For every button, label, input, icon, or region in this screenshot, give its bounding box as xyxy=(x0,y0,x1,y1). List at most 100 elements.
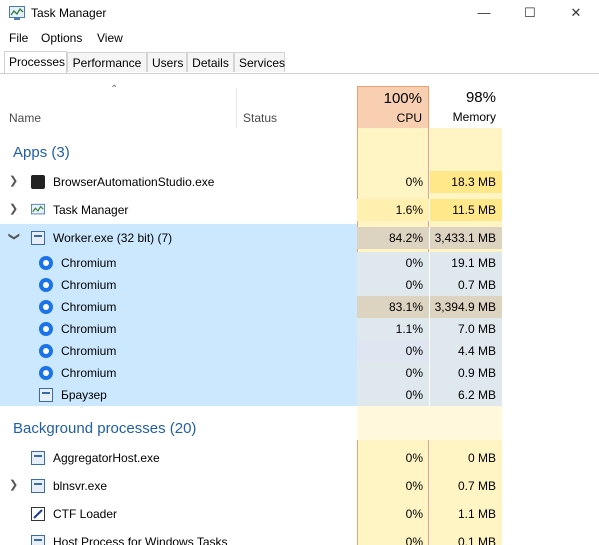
memory-column-label: Memory xyxy=(452,110,496,124)
memory-value: 7.0 MB xyxy=(457,322,496,336)
tab-processes[interactable]: Processes xyxy=(4,51,67,73)
process-name: Chromium xyxy=(61,344,117,358)
memory-value: 0.7 MB xyxy=(457,479,496,493)
window-title: Task Manager xyxy=(31,6,107,20)
cpu-cell: 0% xyxy=(357,362,429,384)
cpu-cell: 0% xyxy=(357,274,429,296)
group-header-apps[interactable]: Apps (3) xyxy=(13,144,70,161)
sort-ascending-icon: ⌃ xyxy=(110,84,119,95)
menu-view[interactable]: View xyxy=(97,31,123,45)
task-manager-icon xyxy=(31,203,45,215)
cpu-cell: 83.1% xyxy=(357,296,429,318)
maximize-button[interactable]: ☐ xyxy=(507,0,553,28)
memory-value: 3,433.1 MB xyxy=(434,231,496,245)
column-divider[interactable] xyxy=(236,88,237,128)
minimize-button[interactable]: — xyxy=(461,0,507,28)
child-process-row[interactable]: Браузер 0% 6.2 MB xyxy=(0,384,599,406)
cpu-cell: 0% xyxy=(357,531,429,545)
menu-options[interactable]: Options xyxy=(41,31,82,45)
cpu-cell: 0% xyxy=(357,252,429,274)
process-name: Chromium xyxy=(61,278,117,292)
memory-cell: 0.7 MB xyxy=(430,274,502,296)
process-row[interactable]: ❯ Task Manager 1.6% 11.5 MB xyxy=(0,199,599,221)
memory-value: 0.7 MB xyxy=(457,278,496,292)
cpu-value: 0% xyxy=(405,535,423,545)
cpu-value: 0% xyxy=(405,344,423,358)
cpu-value: 0% xyxy=(405,507,423,521)
column-cpu[interactable]: 100% CPU xyxy=(357,86,429,128)
memory-value: 18.3 MB xyxy=(451,175,496,189)
process-row[interactable]: ❯ BrowserAutomationStudio.exe 0% 18.3 MB xyxy=(0,171,599,193)
child-process-row[interactable]: Chromium 1.1% 7.0 MB xyxy=(0,318,599,340)
tab-performance[interactable]: Performance xyxy=(67,52,147,72)
tab-users[interactable]: Users xyxy=(147,52,187,72)
cpu-value: 0% xyxy=(405,256,423,270)
memory-cell: 19.1 MB xyxy=(430,252,502,274)
cpu-value: 1.1% xyxy=(395,322,423,336)
cpu-value: 0% xyxy=(405,388,423,402)
bas-app-icon xyxy=(31,175,45,189)
cpu-value: 1.6% xyxy=(395,203,423,217)
process-row[interactable]: CTF Loader 0% 1.1 MB xyxy=(0,503,599,525)
group-header-background[interactable]: Background processes (20) xyxy=(13,420,196,437)
memory-value: 0.1 MB xyxy=(457,535,496,545)
tab-services[interactable]: Services xyxy=(234,52,285,72)
memory-total-percent: 98% xyxy=(465,89,496,106)
process-row-selected[interactable]: ❯ Worker.exe (32 bit) (7) 84.2% 3,433.1 … xyxy=(0,227,599,249)
process-name: Chromium xyxy=(61,322,117,336)
memory-cell: 6.2 MB xyxy=(430,384,502,406)
child-process-row[interactable]: Chromium 83.1% 3,394.9 MB xyxy=(0,296,599,318)
process-row[interactable]: Host Process for Windows Tasks 0% 0.1 MB xyxy=(0,531,599,545)
cpu-value: 0% xyxy=(405,175,423,189)
child-process-row[interactable]: Chromium 0% 0.9 MB xyxy=(0,362,599,384)
memory-value: 11.5 MB xyxy=(452,203,496,217)
process-name: AggregatorHost.exe xyxy=(53,451,160,465)
cpu-cell: 0% xyxy=(357,475,429,497)
cpu-column-label: CPU xyxy=(396,111,422,125)
child-process-row[interactable]: Chromium 0% 4.4 MB xyxy=(0,340,599,362)
expand-chevron-icon[interactable]: ❯ xyxy=(9,478,18,491)
expand-chevron-icon[interactable]: ❯ xyxy=(9,202,18,215)
memory-cell: 0 MB xyxy=(430,447,502,469)
memory-cell: 0.1 MB xyxy=(430,531,502,545)
cpu-value: 0% xyxy=(405,278,423,292)
process-name: Chromium xyxy=(61,256,117,270)
child-process-row[interactable]: Chromium 0% 0.7 MB xyxy=(0,274,599,296)
task-manager-icon xyxy=(9,6,25,20)
process-name: BrowserAutomationStudio.exe xyxy=(53,175,215,189)
chromium-icon xyxy=(39,300,53,314)
column-memory[interactable]: 98% Memory xyxy=(430,86,502,128)
memory-value: 0 MB xyxy=(467,451,496,465)
child-process-row[interactable]: Chromium 0% 19.1 MB xyxy=(0,252,599,274)
cpu-cell: 0% xyxy=(357,340,429,362)
memory-cell: 11.5 MB xyxy=(430,199,502,221)
chromium-icon xyxy=(39,278,53,292)
column-status[interactable]: Status xyxy=(243,111,277,125)
process-name: Браузер xyxy=(61,388,107,402)
memory-cell: 3,394.9 MB xyxy=(430,296,502,318)
cpu-value: 83.1% xyxy=(388,300,423,314)
process-name: Task Manager xyxy=(53,203,129,217)
cpu-cell: 1.6% xyxy=(357,199,429,221)
cpu-total-percent: 100% xyxy=(383,90,422,107)
close-button[interactable]: ✕ xyxy=(553,0,599,28)
cpu-cell: 1.1% xyxy=(357,318,429,340)
chromium-icon xyxy=(39,344,53,358)
cpu-cell: 84.2% xyxy=(357,227,429,249)
expand-chevron-icon[interactable]: ❯ xyxy=(9,174,18,187)
memory-cell: 3,433.1 MB xyxy=(430,227,502,249)
process-row[interactable]: AggregatorHost.exe 0% 0 MB xyxy=(0,447,599,469)
tab-details[interactable]: Details xyxy=(187,52,234,72)
chromium-icon xyxy=(39,366,53,380)
process-row[interactable]: ❯ blnsvr.exe 0% 0.7 MB xyxy=(0,475,599,497)
menu-file[interactable]: File xyxy=(9,31,28,45)
chromium-icon xyxy=(39,322,53,336)
column-name[interactable]: Name xyxy=(9,111,41,125)
window-app-icon xyxy=(31,535,45,545)
collapse-chevron-icon[interactable]: ❯ xyxy=(8,232,21,241)
memory-cell: 18.3 MB xyxy=(430,171,502,193)
cpu-cell: 0% xyxy=(357,503,429,525)
cpu-value: 84.2% xyxy=(388,231,423,245)
cpu-cell: 0% xyxy=(357,384,429,406)
cpu-value: 0% xyxy=(405,366,423,380)
